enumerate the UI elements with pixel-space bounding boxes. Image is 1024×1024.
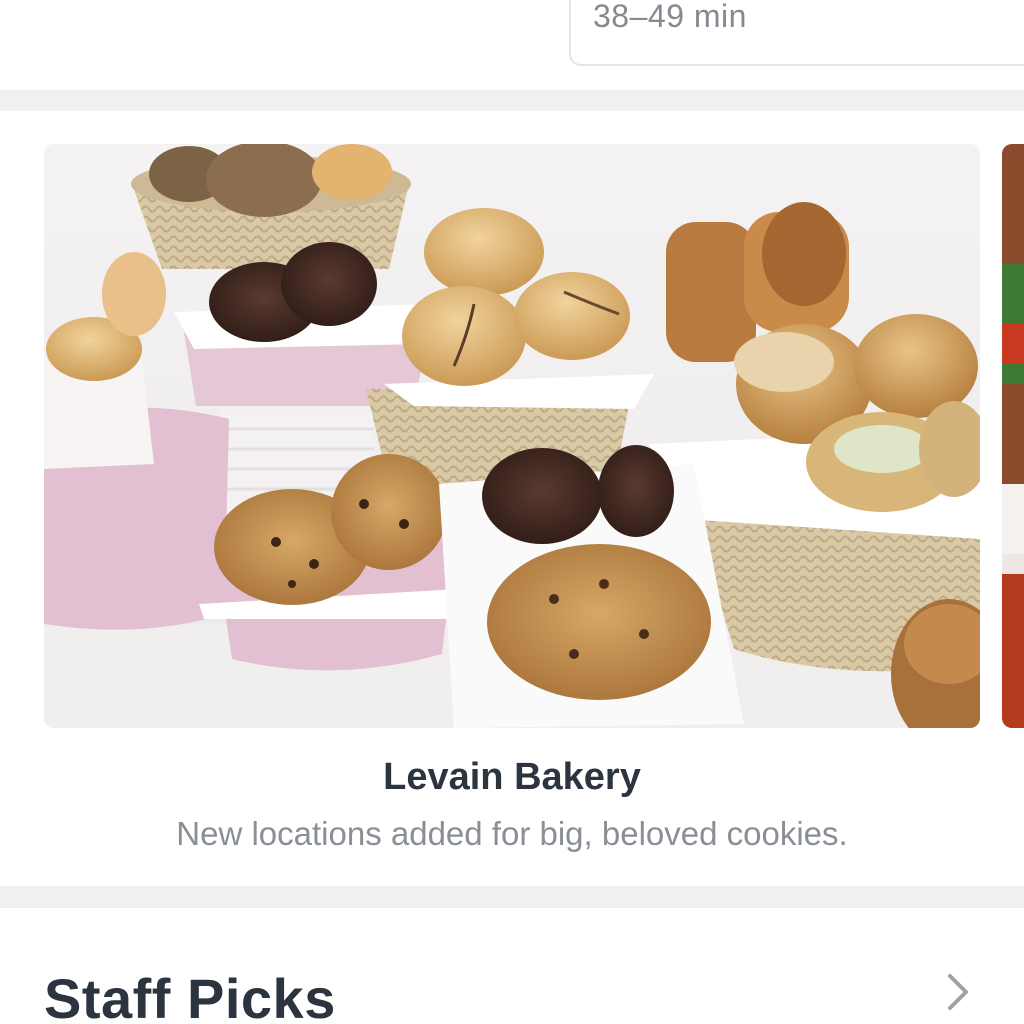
- featured-store-name: Levain Bakery: [383, 756, 641, 798]
- bakery-photo: [44, 144, 980, 728]
- section-title: Staff Picks: [44, 967, 336, 1024]
- screen: 38–49 min Levain Bakery New locations ad…: [0, 0, 1024, 1024]
- food-photo: [1002, 144, 1024, 728]
- next-store-card[interactable]: [1002, 144, 1024, 728]
- chevron-right-icon[interactable]: [938, 970, 978, 1014]
- section-divider: [0, 886, 1024, 908]
- featured-store-tagline: New locations added for big, beloved coo…: [176, 815, 848, 852]
- staff-picks-header[interactable]: Staff Picks: [0, 908, 1024, 1024]
- featured-store-card[interactable]: [44, 144, 980, 728]
- delivery-time-estimate: 38–49 min: [593, 0, 747, 34]
- delivery-time-card[interactable]: 38–49 min: [569, 0, 1024, 66]
- store-summary-section: 38–49 min: [0, 0, 1024, 90]
- section-divider: [0, 90, 1024, 111]
- featured-carousel[interactable]: Levain Bakery New locations added for bi…: [0, 111, 1024, 886]
